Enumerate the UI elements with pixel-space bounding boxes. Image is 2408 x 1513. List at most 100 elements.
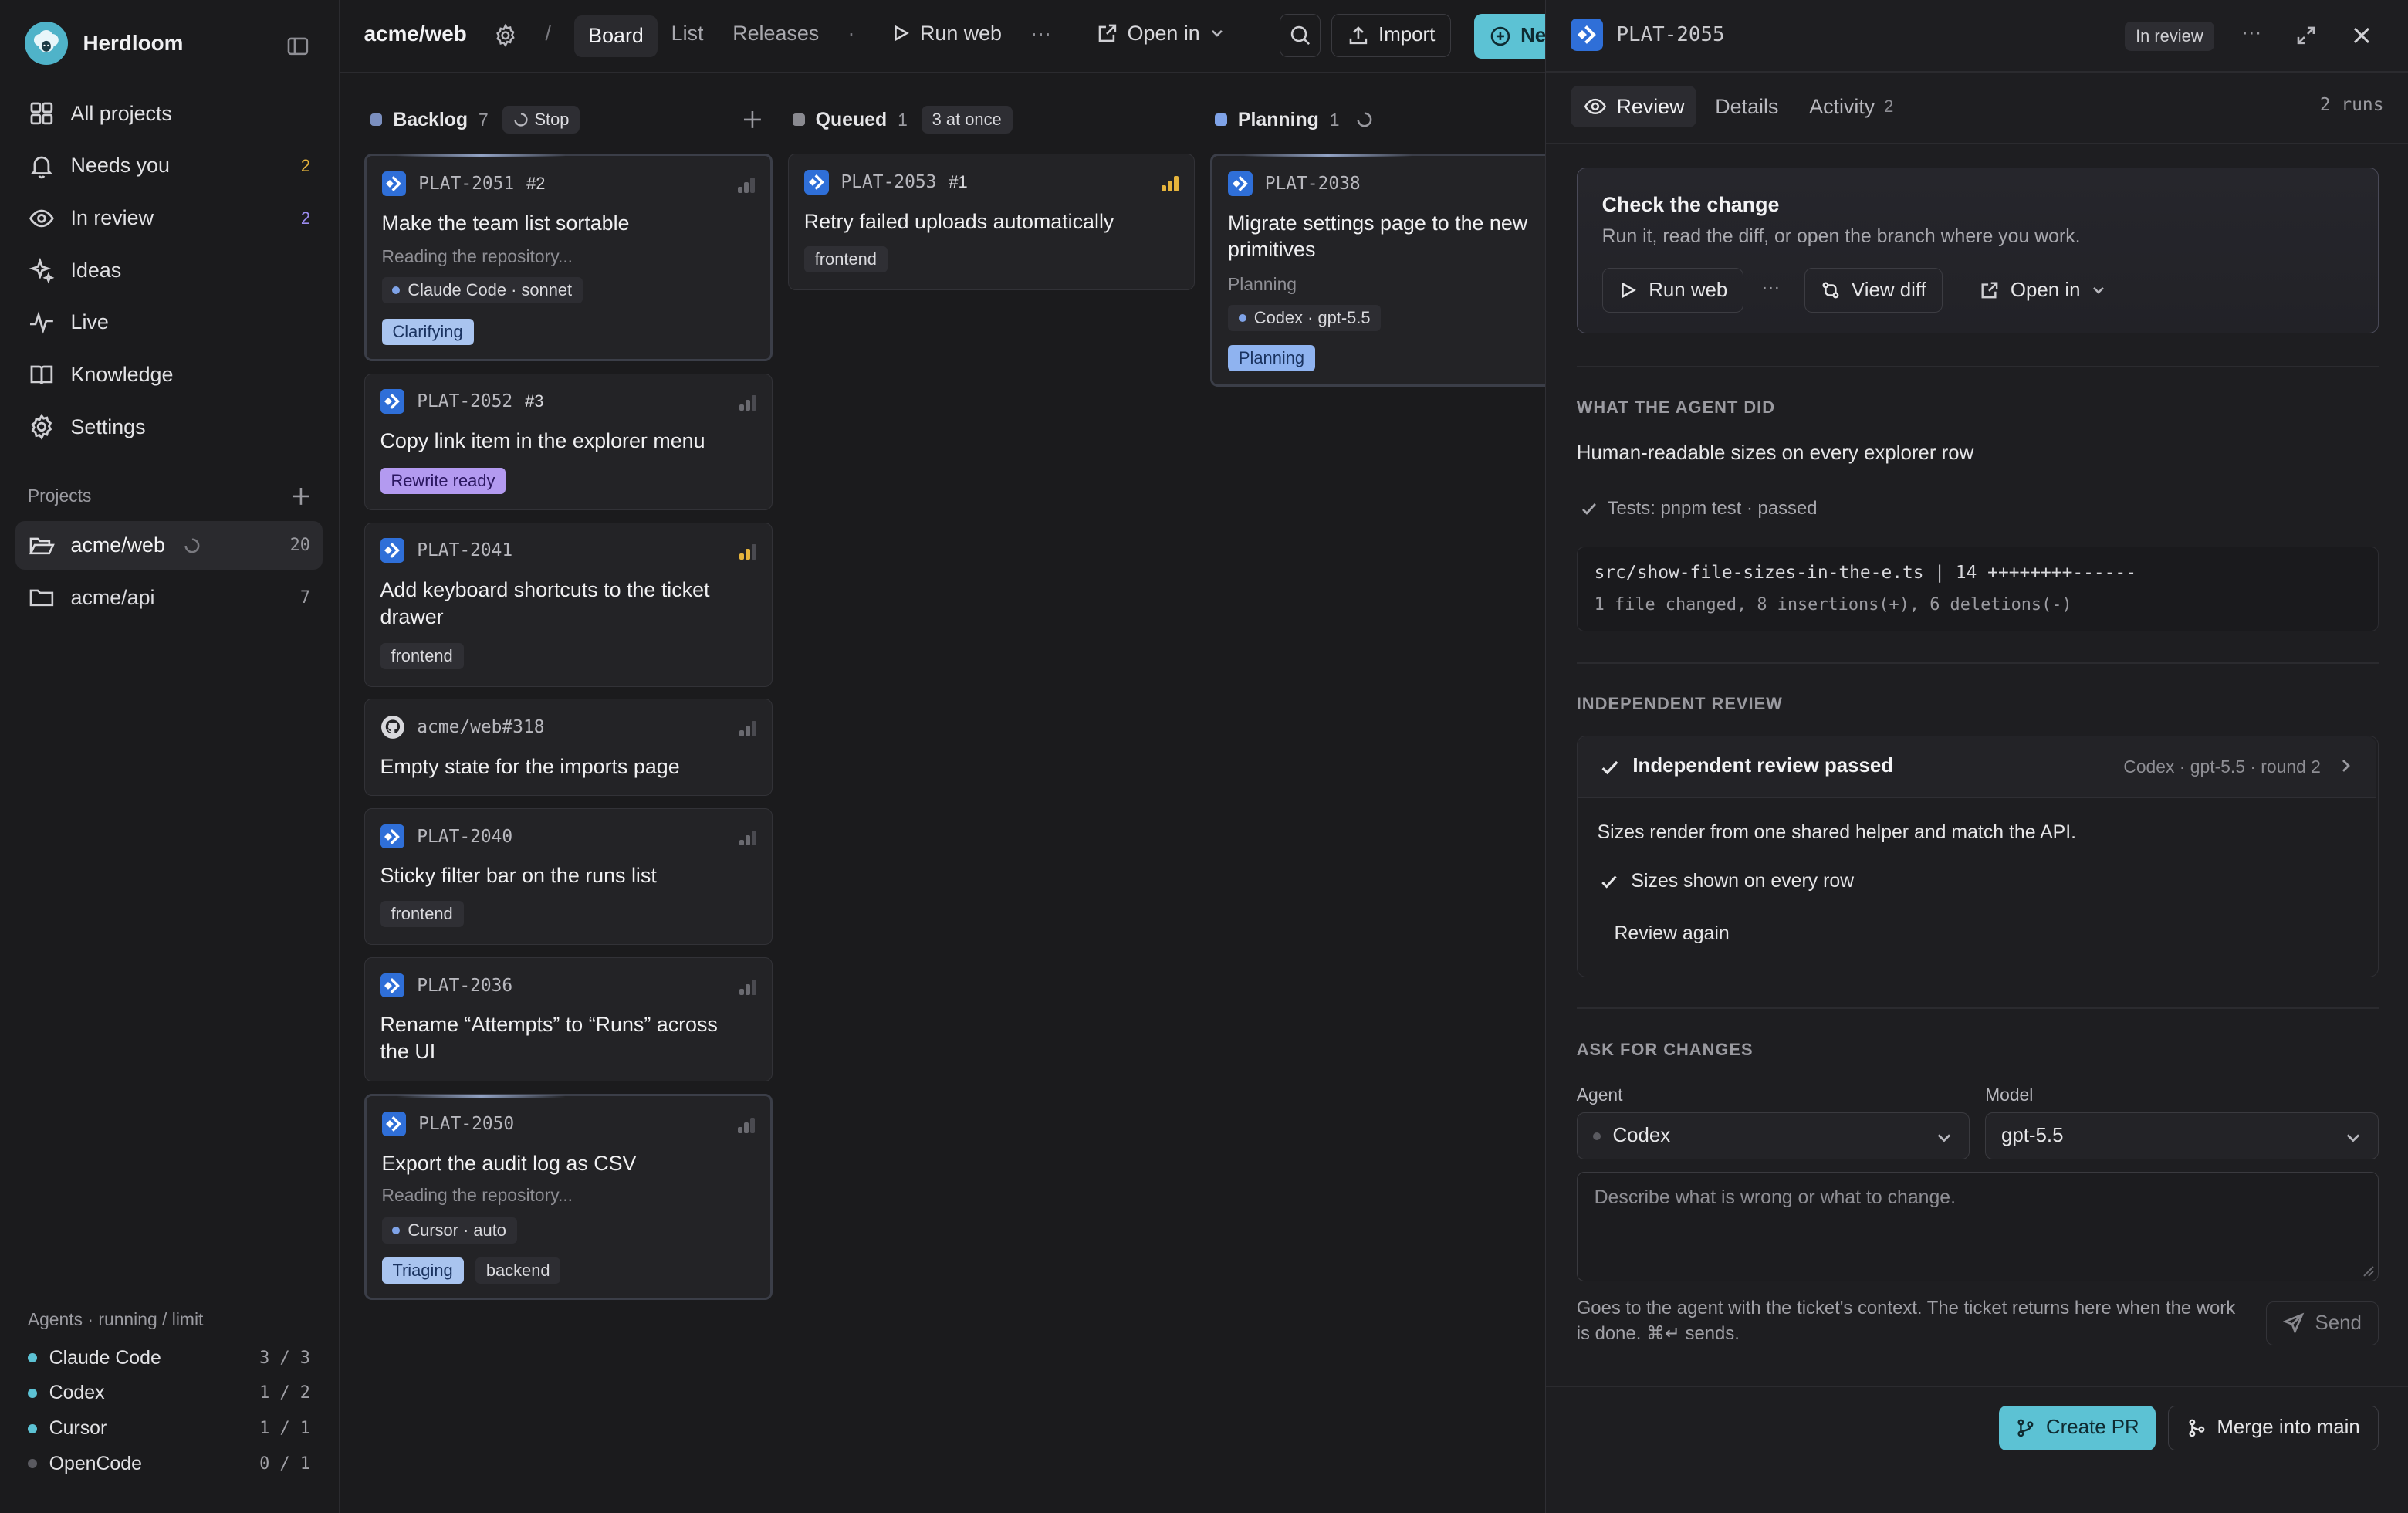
jira-icon	[380, 824, 405, 849]
model-select[interactable]: gpt-5.5	[1985, 1112, 2379, 1160]
nav-in-review[interactable]: In review 2	[15, 192, 323, 245]
view-diff-button[interactable]: View diff	[1804, 268, 1943, 313]
agent-dot	[392, 286, 401, 295]
column-header-queued: Queued 1 3 at once	[792, 104, 1013, 135]
brand[interactable]: Herdloom	[24, 21, 183, 65]
run-web-button[interactable]: Run web	[891, 22, 1002, 46]
column-count: 1	[898, 109, 908, 130]
tests-status: Tests: pnpm test · passed	[1580, 498, 1818, 520]
stop-button[interactable]: Stop	[502, 106, 580, 134]
section-divider	[1576, 365, 2379, 367]
agent-dot	[392, 1227, 401, 1234]
nav-live[interactable]: Live	[15, 296, 323, 349]
run-number: #1	[949, 171, 968, 191]
jira-icon	[1570, 18, 1603, 51]
tab-activity[interactable]: Activity 2	[1797, 86, 1906, 127]
check-icon	[1599, 872, 1619, 892]
import-button[interactable]: Import	[1331, 13, 1452, 57]
nav-needs-you[interactable]: Needs you 2	[15, 140, 323, 192]
status-badge: In review	[2125, 21, 2214, 51]
review-check-item: Sizes shown on every row	[1599, 870, 1854, 892]
nav-settings[interactable]: Settings	[15, 401, 323, 453]
agent-select[interactable]: Codex	[1576, 1112, 1970, 1160]
section-divider	[1576, 662, 2379, 664]
agent-status-dot	[27, 1423, 37, 1433]
merge-button[interactable]: Merge into main	[2167, 1405, 2379, 1450]
ticket-card[interactable]: PLAT-2051 #2 Make the team list sortable…	[364, 154, 773, 361]
nav-all-projects[interactable]: All projects	[15, 87, 323, 140]
run-number: #2	[526, 173, 546, 193]
card-activity-glow	[1243, 154, 1412, 157]
textarea-placeholder: Describe what is wrong or what to change…	[1594, 1186, 1956, 1209]
nav-ideas[interactable]: Ideas	[15, 244, 323, 296]
search-button[interactable]	[1279, 13, 1321, 57]
panel-more-icon[interactable]: ···	[2241, 22, 2261, 44]
nav-knowledge[interactable]: Knowledge	[15, 349, 323, 401]
check-subtitle: Run it, read the diff, or open the branc…	[1601, 225, 2081, 247]
agent-status-dot	[27, 1459, 37, 1469]
project-title[interactable]: acme/web	[364, 22, 467, 46]
gear-icon	[28, 413, 56, 441]
agent-did-heading: WHAT THE AGENT DID	[1576, 398, 1776, 418]
project-acme-api[interactable]: acme/api 7	[15, 573, 323, 622]
review-again-button[interactable]: Review again	[1614, 922, 1729, 945]
upload-icon	[1348, 25, 1369, 46]
create-pr-button[interactable]: Create PR	[1998, 1405, 2156, 1450]
column-header-backlog: Backlog 7 Stop	[370, 104, 580, 135]
agent-field-label: Agent	[1576, 1084, 1623, 1105]
priority-bars-icon	[739, 544, 757, 560]
close-icon[interactable]	[2351, 25, 2372, 46]
priority-bars-icon	[739, 979, 757, 995]
add-project-icon[interactable]	[290, 486, 312, 507]
change-request-textarea[interactable]: Describe what is wrong or what to change…	[1576, 1172, 2379, 1281]
tab-review[interactable]: Review	[1570, 86, 1697, 128]
agent-limit: 0 / 1	[259, 1454, 310, 1474]
jira-icon	[1227, 171, 1253, 196]
tab-releases[interactable]: Releases	[732, 22, 819, 46]
agents-panel: Agents · running / limit Claude Code 3 / …	[0, 1290, 340, 1482]
ticket-card[interactable]: PLAT-2052 #3 Copy link item in the explo…	[364, 373, 773, 510]
jira-icon	[381, 171, 407, 196]
sidebar-toggle-icon[interactable]	[286, 34, 310, 59]
ticket-card[interactable]: PLAT-2053 #1 Retry failed uploads automa…	[787, 154, 1196, 291]
tab-details[interactable]: Details	[1703, 86, 1791, 127]
open-in-button[interactable]: Open in	[1980, 268, 2106, 313]
project-acme-web[interactable]: acme/web 20	[15, 520, 323, 570]
run-web-button[interactable]: Run web	[1601, 268, 1744, 313]
github-icon	[380, 715, 405, 740]
header-divider	[1545, 70, 2408, 73]
ticket-title: Add keyboard shortcuts to the ticket dra…	[380, 578, 710, 629]
agent-status-dot	[27, 1353, 37, 1363]
review-header[interactable]: Independent review passed Codex · gpt-5.…	[1577, 736, 2376, 798]
card-id: PLAT-2040	[380, 824, 512, 849]
ticket-card[interactable]: acme/web#318 Empty state for the imports…	[364, 699, 773, 796]
external-link-icon	[1097, 22, 1118, 44]
priority-bars-icon	[739, 395, 757, 411]
stop-label: Stop	[534, 110, 570, 130]
project-settings-icon[interactable]	[493, 23, 518, 48]
import-label: Import	[1378, 24, 1436, 46]
card-id: PLAT-2041	[380, 538, 513, 564]
ticket-id: PLAT-2052	[417, 391, 513, 412]
ticket-card[interactable]: PLAT-2038 Migrate settings page to the n…	[1210, 153, 1545, 388]
ticket-card[interactable]: PLAT-2036 Rename “Attempts” to “Runs” ac…	[364, 956, 773, 1081]
ticket-card[interactable]: PLAT-2041 Add keyboard shortcuts to the …	[364, 522, 773, 687]
run-more-icon[interactable]: ···	[1762, 277, 1781, 299]
tab-board[interactable]: Board	[574, 15, 658, 57]
resize-handle-icon[interactable]	[2362, 1265, 2375, 1278]
ticket-card[interactable]: PLAT-2040 Sticky filter bar on the runs …	[364, 807, 773, 945]
more-icon[interactable]: ···	[1030, 22, 1051, 46]
agent-name: Claude Code	[49, 1346, 161, 1369]
add-card-icon[interactable]	[742, 109, 763, 130]
search-icon	[1289, 24, 1312, 47]
jira-icon	[380, 389, 405, 415]
open-in-button[interactable]: Open in	[1097, 22, 1225, 46]
send-button[interactable]: Send	[2266, 1301, 2379, 1346]
panel-ticket-id[interactable]: PLAT-2055	[1616, 23, 1724, 46]
check-title: Check the change	[1601, 192, 1780, 216]
panel-tabs: Review Details Activity 2	[1570, 86, 1906, 128]
expand-icon[interactable]	[2295, 25, 2317, 46]
ticket-id: PLAT-2041	[417, 540, 513, 561]
tab-list[interactable]: List	[671, 22, 704, 46]
ticket-card[interactable]: PLAT-2050 Export the audit log as CSV Re…	[364, 1093, 773, 1300]
